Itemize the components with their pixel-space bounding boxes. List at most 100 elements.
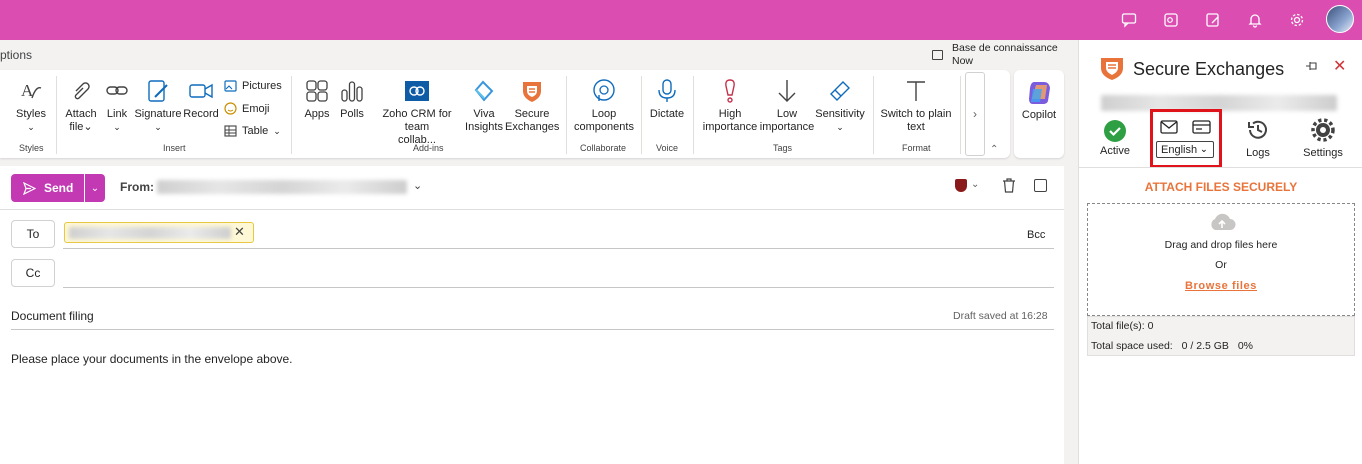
low-label-2: importance — [759, 121, 815, 133]
gear-icon[interactable] — [1286, 9, 1308, 31]
record-button[interactable]: Record — [183, 78, 219, 121]
top-bar — [0, 0, 1362, 40]
shield-icon[interactable] — [955, 179, 967, 192]
trash-icon[interactable] — [1002, 178, 1016, 196]
dictate-label: Dictate — [649, 108, 685, 120]
chevron-down-icon: ⌄ — [90, 182, 100, 194]
history-icon — [1248, 120, 1267, 139]
insert-group-label: Insert — [163, 143, 186, 153]
ribbon: A Styles ⌄ Styles Attach file⌄ Link ⌄ Si… — [0, 70, 1010, 158]
knowledge-base-button[interactable]: Base de connaissance Now — [952, 42, 1058, 68]
draft-status: Draft saved at 16:28 — [953, 310, 1048, 322]
chat-icon[interactable] — [1118, 9, 1140, 31]
dictate-button[interactable]: Dictate — [648, 78, 686, 121]
divider — [566, 76, 567, 154]
language-select[interactable]: English ⌄ — [1156, 141, 1214, 158]
avatar[interactable] — [1326, 5, 1354, 33]
browse-files-link[interactable]: Browse files — [1088, 280, 1354, 292]
outlook-icon[interactable] — [1160, 9, 1182, 31]
subject-input[interactable]: Document filing — [11, 309, 94, 323]
close-icon[interactable]: ✕ — [1333, 56, 1346, 76]
apps-button[interactable]: Apps — [301, 78, 333, 121]
loop-components-button[interactable]: Loop components — [572, 78, 636, 134]
popout-icon[interactable] — [1034, 179, 1047, 192]
logs-button[interactable]: Logs — [1241, 118, 1275, 159]
record-label: Record — [183, 108, 219, 120]
styles-label: Styles — [16, 108, 46, 120]
message-body[interactable]: Please place your documents in the envel… — [11, 352, 293, 366]
loop-label-1: Loop — [591, 108, 617, 120]
high-label-1: High — [718, 108, 742, 120]
from-address[interactable] — [157, 180, 407, 194]
polls-button[interactable]: Polls — [336, 78, 368, 121]
chevron-down-icon[interactable]: ⌄ — [413, 179, 422, 192]
viva-insights-button[interactable]: Viva Insights — [465, 78, 503, 134]
chevron-down-icon: ⌄ — [273, 125, 281, 136]
send-options-button[interactable]: ⌄ — [85, 174, 105, 202]
chevron-down-icon: ⌄ — [113, 122, 121, 132]
link-button[interactable]: Link ⌄ — [103, 78, 131, 134]
microphone-icon — [658, 79, 676, 102]
high-label-2: importance — [702, 121, 758, 133]
to-button[interactable]: To — [11, 220, 55, 248]
options-tab-label[interactable]: ptions — [0, 48, 32, 62]
send-icon — [23, 181, 36, 195]
drag-drop-text: Drag and drop files here — [1164, 239, 1278, 251]
divider — [693, 76, 694, 154]
low-label-1: Low — [776, 108, 798, 120]
format-group-label: Format — [902, 143, 931, 153]
pictures-button[interactable]: Pictures — [224, 80, 282, 92]
file-dropzone[interactable]: Drag and drop files here Or Browse files — [1087, 203, 1355, 316]
recipient-chip[interactable]: ✕ — [64, 222, 254, 243]
close-icon[interactable]: ✕ — [234, 224, 245, 240]
copilot-button[interactable]: Copilot — [1014, 70, 1064, 158]
pin-icon[interactable] — [1305, 60, 1319, 75]
note-edit-icon[interactable] — [1202, 9, 1224, 31]
sensitivity-button[interactable]: Sensitivity ⌄ — [815, 78, 865, 134]
zoho-crm-icon — [405, 81, 429, 101]
secure-exchanges-pane: Secure Exchanges ✕ Active English ⌄ Logs… — [1078, 40, 1362, 464]
voice-group-label: Voice — [656, 143, 679, 153]
signature-button[interactable]: Signature ⌄ — [134, 78, 182, 134]
divider — [56, 76, 57, 154]
video-camera-icon — [189, 83, 213, 99]
cloud-upload-icon — [1211, 213, 1236, 230]
chevron-down-icon: ⌄ — [836, 122, 844, 132]
language-highlight-box — [1150, 109, 1222, 168]
low-importance-button[interactable]: Low importance — [759, 78, 815, 134]
total-files: Total file(s): 0 — [1091, 320, 1154, 332]
send-label: Send — [44, 181, 74, 195]
card-icon[interactable] — [1192, 120, 1211, 134]
secure-exchanges-button[interactable]: Secure Exchanges — [505, 78, 559, 134]
table-button[interactable]: Table ⌄ — [224, 125, 281, 137]
styles-button[interactable]: A Styles ⌄ — [14, 78, 48, 134]
totals-panel: Total file(s): 0 Total space used: 0 / 2… — [1087, 316, 1355, 356]
active-button[interactable]: Active — [1099, 120, 1131, 157]
ribbon-more-button[interactable]: › — [965, 72, 985, 156]
divider — [291, 76, 292, 154]
cc-button[interactable]: Cc — [11, 259, 55, 287]
logs-label: Logs — [1246, 147, 1270, 159]
zoho-crm-button[interactable]: Zoho CRM for team collab... — [369, 78, 465, 147]
active-label: Active — [1100, 145, 1130, 157]
chevron-up-icon: ⌃ — [990, 144, 999, 155]
emoji-button[interactable]: Emoji — [224, 102, 270, 115]
secure-exchanges-logo — [1101, 58, 1123, 80]
attach-file-button[interactable]: Attach file⌄ — [64, 78, 98, 134]
exclamation-icon — [725, 79, 735, 103]
bell-icon[interactable] — [1244, 9, 1266, 31]
bcc-button[interactable]: Bcc — [1027, 229, 1045, 241]
high-importance-button[interactable]: High importance — [701, 78, 759, 134]
settings-button[interactable]: Settings — [1301, 118, 1345, 159]
chevron-down-icon[interactable]: ⌄ — [971, 179, 979, 190]
divider — [641, 76, 642, 154]
ribbon-collapse-button[interactable]: ⌃ — [990, 144, 998, 155]
send-button[interactable]: Send — [11, 174, 84, 202]
or-text: Or — [1215, 259, 1227, 271]
paperclip-icon — [74, 82, 90, 100]
switch-plain-text-button[interactable]: Switch to plain text — [878, 78, 954, 134]
loop-label-2: components — [574, 121, 634, 133]
envelope-icon[interactable] — [1160, 120, 1178, 134]
pane-title: Secure Exchanges — [1133, 59, 1285, 79]
knowledge-base-status: Now — [952, 55, 974, 67]
